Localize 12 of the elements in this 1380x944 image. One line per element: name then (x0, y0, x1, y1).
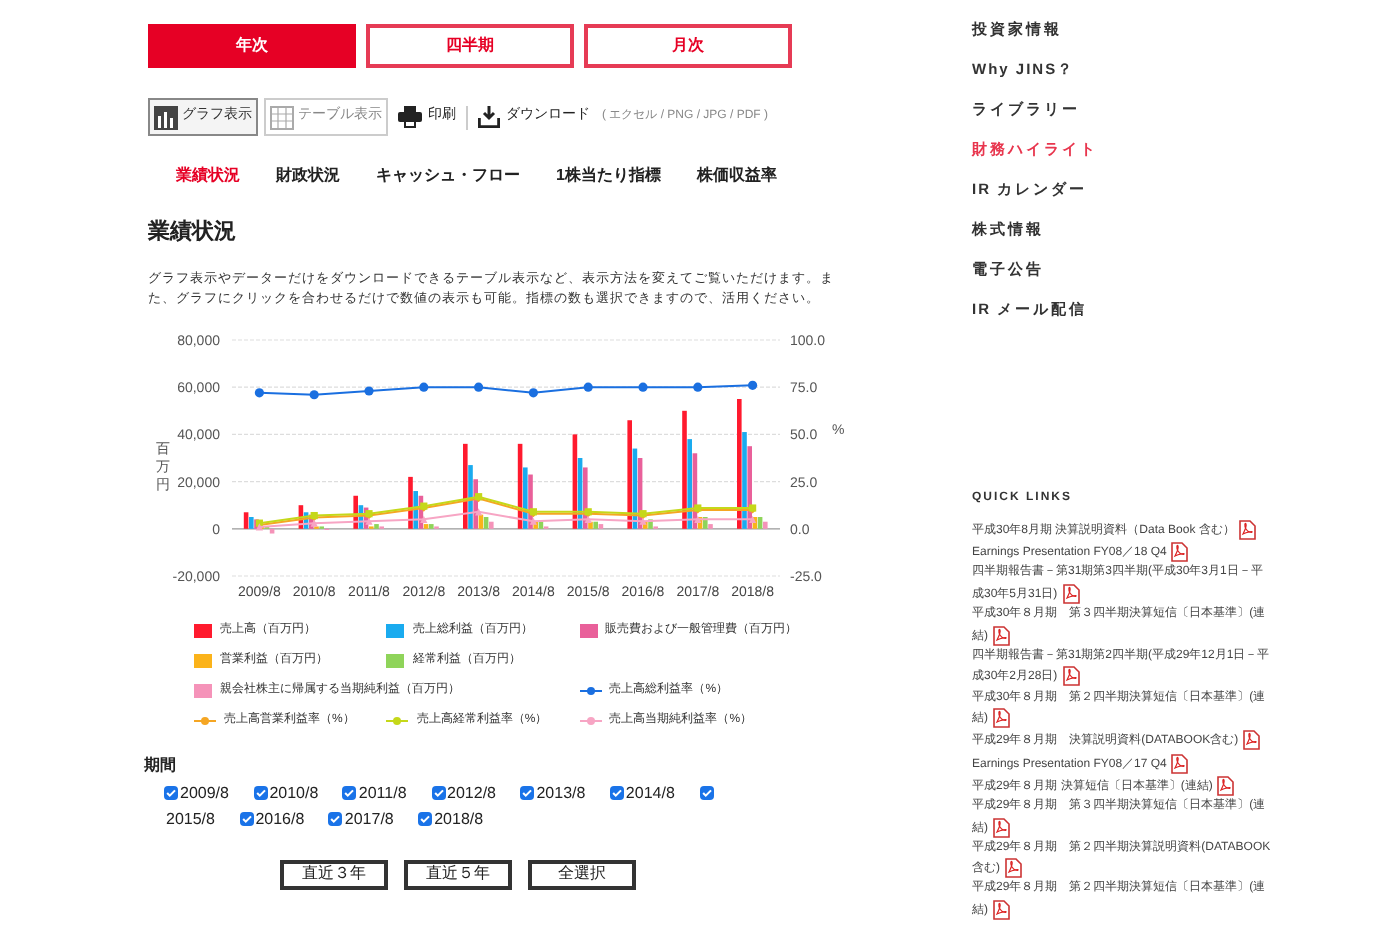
checkbox-label: 2010/8 (269, 783, 319, 801)
checkbox-label: 2011/8 (358, 783, 407, 801)
checkbox-label: 2012/8 (447, 783, 496, 801)
checkbox-label: 2009/8 (180, 783, 229, 801)
period-heading: 期間 (144, 753, 178, 777)
checkbox-label: 2017/8 (344, 809, 394, 827)
checkbox-label: 2016/8 (255, 809, 305, 827)
checkbox-label: 2018/8 (434, 809, 484, 827)
checkbox-label: 2014/8 (625, 783, 675, 801)
checkbox-label: 2015/8 (166, 809, 215, 827)
section-heading: 業績状況 (148, 217, 238, 248)
checkbox-label: 2013/8 (536, 783, 586, 801)
